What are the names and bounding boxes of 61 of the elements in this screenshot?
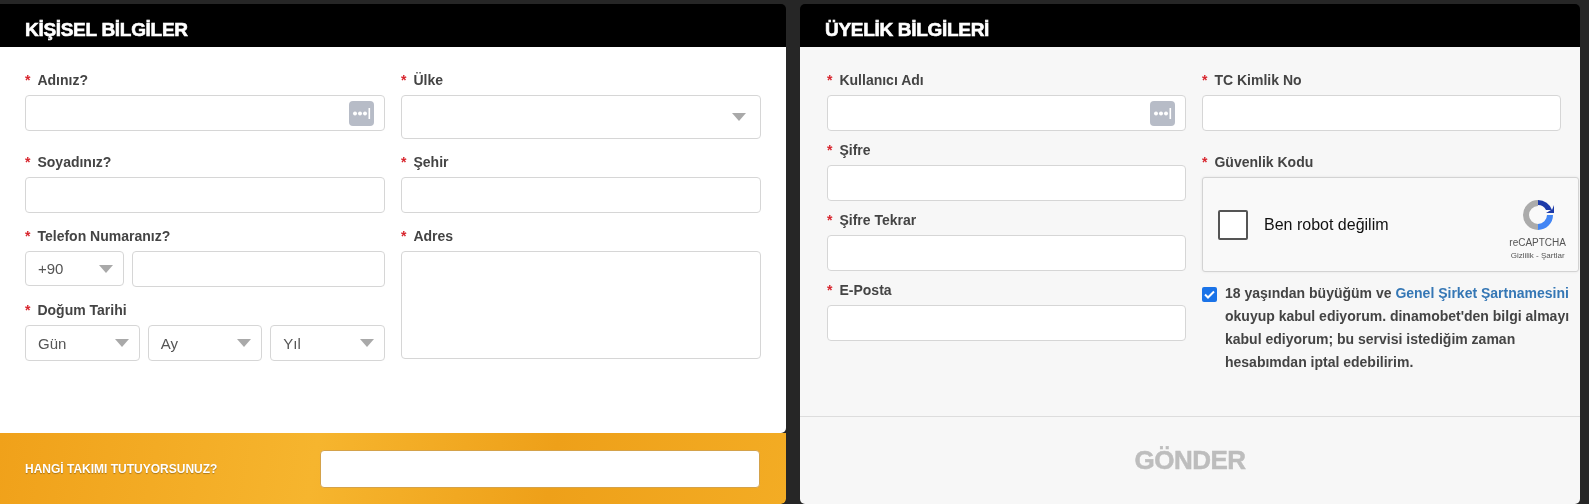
input-field[interactable] xyxy=(827,235,1186,271)
field-label: Ülke xyxy=(413,72,444,88)
dropdown[interactable]: +90 xyxy=(25,251,124,286)
consent-text: 18 yaşından büyüğüm ve Genel Şirket Şartnamesini okuyup kabul ediyorum. dinamobet'den bilgi almayı kabul ediyorum; bu servisi istediğim zaman hesabımdan iptal edebilirim. xyxy=(1225,284,1570,372)
input-field[interactable] xyxy=(1202,95,1561,131)
field-label: Telefon Numaranız? xyxy=(37,228,171,244)
caret-icon xyxy=(114,339,129,347)
dropdown[interactable]: Ay xyxy=(147,325,263,361)
input-field[interactable] xyxy=(132,251,385,287)
required-mark: * xyxy=(1202,154,1208,170)
required-mark: * xyxy=(827,142,833,158)
dropdown[interactable]: Yıl xyxy=(270,325,385,361)
caret-icon xyxy=(99,264,113,273)
required-mark: * xyxy=(25,302,31,318)
required-mark: * xyxy=(401,154,407,170)
input-field[interactable] xyxy=(827,95,1186,131)
field-label: Doğum Tarihi xyxy=(37,302,127,318)
field-label: Şifre Tekrar xyxy=(839,212,917,228)
terms-link[interactable]: Şartlar xyxy=(1541,251,1565,260)
input-field[interactable] xyxy=(25,95,385,131)
caret-icon xyxy=(732,113,746,121)
input-field[interactable] xyxy=(827,305,1186,341)
field-label: Şifre xyxy=(839,142,871,158)
recaptcha-brand: reCAPTCHA xyxy=(1509,237,1566,248)
required-mark: * xyxy=(25,154,31,170)
field-label: Soyadınız? xyxy=(37,154,112,170)
required-mark: * xyxy=(1202,72,1208,88)
required-mark: * xyxy=(25,228,31,244)
required-mark: * xyxy=(401,72,407,88)
caret-icon xyxy=(360,339,374,347)
required-mark: * xyxy=(827,72,833,88)
required-mark: * xyxy=(827,212,833,228)
field-label: Şehir xyxy=(413,154,449,170)
input-field[interactable] xyxy=(320,449,760,488)
required-mark: * xyxy=(401,228,407,244)
dropdown[interactable]: Gün xyxy=(25,325,140,361)
required-mark: * xyxy=(25,72,31,88)
input-field[interactable] xyxy=(401,177,761,213)
field-label: Kullanıcı Adı xyxy=(839,72,924,88)
required-mark: * xyxy=(827,282,833,298)
textarea-field[interactable] xyxy=(401,251,761,359)
section-title: KİŞİSEL BİLGİLER xyxy=(0,4,786,47)
select-field[interactable] xyxy=(401,95,761,139)
separator: - xyxy=(1536,251,1539,260)
privacy-link[interactable]: Gizlilik xyxy=(1510,251,1534,260)
field-label: Adres xyxy=(413,228,454,244)
dots-icon[interactable] xyxy=(1150,100,1175,126)
captcha-prompt: Ben robot değilim xyxy=(1264,215,1390,234)
dots-icon[interactable] xyxy=(349,100,374,126)
input-field[interactable] xyxy=(25,177,385,213)
field-label: TC Kimlik No xyxy=(1214,72,1302,88)
caret-icon xyxy=(237,339,252,347)
checkbox[interactable] xyxy=(1202,287,1217,302)
input-field[interactable] xyxy=(827,165,1186,201)
field-label: Adınız? xyxy=(37,72,88,88)
team-label: HANGİ TAKIMI TUTUYORSUNUZ? xyxy=(25,461,218,476)
terms-link[interactable]: Genel Şirket Şartnamesini xyxy=(1395,285,1569,301)
field-label: Güvenlik Kodu xyxy=(1214,154,1314,170)
field-label: E-Posta xyxy=(839,282,892,298)
section-title: ÜYELİK BİLGİLERİ xyxy=(800,4,1580,47)
checkbox[interactable] xyxy=(1218,209,1248,240)
